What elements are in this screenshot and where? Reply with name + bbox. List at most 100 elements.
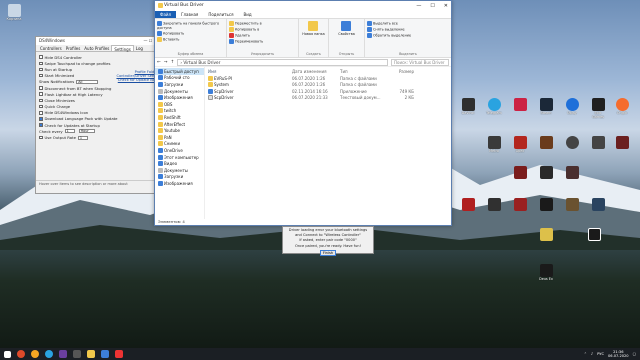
desktop-icon[interactable] [510,198,530,211]
nav-item[interactable]: Видео [155,160,204,167]
select-all-button[interactable]: Выделить все [367,21,449,26]
volume-icon[interactable]: ♪ [591,352,593,356]
nav-item[interactable]: Загрузки [155,174,204,181]
notifications-select[interactable]: All [76,79,99,84]
tab-auto-profiles[interactable]: Auto Profiles [82,45,111,51]
language-indicator[interactable]: РУС [597,352,604,356]
delete-button[interactable]: Удалить [229,33,296,38]
maximize-icon[interactable]: ☐ [430,3,434,9]
nav-item[interactable]: OBS [155,101,204,108]
checkbox[interactable] [39,111,43,115]
checkbox[interactable] [39,98,43,103]
checkbox[interactable] [39,123,43,127]
ribbon-tab-file[interactable]: Файл [155,10,177,18]
explorer-icon[interactable] [87,350,95,358]
checkbox[interactable] [39,104,43,109]
ribbon-tab-home[interactable]: Главная [176,11,203,18]
desktop-icon[interactable] [510,98,530,111]
ribbon-tab-view[interactable]: Вид [238,11,256,18]
desktop-icon-recycle-bin[interactable]: Корзина [4,4,24,22]
notification-icon[interactable]: ▢ [633,352,636,356]
desktop-icon[interactable] [562,166,582,179]
column-date[interactable]: Дата изменения [292,69,340,74]
tab-controllers[interactable]: Controllers [38,45,64,51]
clock[interactable]: 21:36 06.07.2020 [608,350,629,358]
desktop-icon[interactable]: Apex [510,136,530,154]
properties-icon[interactable] [341,21,351,31]
move-to-button[interactable]: Переместить в [229,21,296,26]
desktop-icon[interactable] [510,166,530,179]
file-row[interactable]: ScpDriver 06.07.2020 21:33 Текстовый док… [208,95,451,102]
desktop-icon[interactable] [484,198,504,211]
app-icon[interactable] [101,350,109,358]
tab-log[interactable]: Log [134,45,145,51]
checkbox[interactable] [39,92,43,96]
nav-item[interactable]: Документы [155,88,204,95]
desktop-icon[interactable]: Uplay [562,98,582,116]
nav-item[interactable]: Загрузки [155,81,204,88]
nav-item[interactable]: Документы [155,167,204,174]
desktop-icon[interactable]: Steam [536,98,556,116]
properties-button[interactable]: Свойства [338,32,355,36]
check-every-input[interactable]: 1 [64,129,75,134]
desktop-icon[interactable]: Metro [484,136,504,154]
nav-item[interactable]: AfterEffect [155,121,204,128]
desktop-icon[interactable]: DaVinci [458,98,478,116]
nav-item[interactable]: twitch [155,108,204,115]
desktop-icon[interactable]: Origin [612,98,632,116]
checkbox[interactable] [39,117,43,121]
start-icon[interactable] [4,350,11,358]
desktop-icon[interactable]: Epic Games [588,98,608,120]
ribbon-tab-share[interactable]: Поделиться [203,11,238,18]
nav-item[interactable]: Изображения [155,180,204,187]
new-folder-icon[interactable] [308,21,318,31]
column-name[interactable]: Имя [208,69,292,74]
nav-item[interactable]: PaN [155,134,204,141]
checkbox[interactable] [39,55,43,59]
checkbox[interactable] [39,73,43,78]
checkbox[interactable] [39,86,43,90]
desktop-icon[interactable] [612,136,632,149]
nav-item[interactable]: Изображения [155,94,204,101]
telegram-icon[interactable] [45,350,53,358]
desktop-icon[interactable]: Deus Ex [536,264,556,282]
nav-item[interactable]: Снимки [155,141,204,148]
desktop-icon[interactable] [536,198,556,211]
desktop-icon[interactable] [458,198,478,211]
tab-profiles[interactable]: Profiles [64,45,83,51]
tab-settings[interactable]: Settings [111,45,134,52]
checkbox[interactable] [39,67,43,72]
desktop-icon[interactable] [536,228,556,241]
desktop-icon[interactable] [588,136,608,149]
close-icon[interactable]: ✕ [444,3,448,9]
chrome-icon[interactable] [17,350,25,358]
poll-input[interactable]: 1 [77,135,88,140]
nav-item[interactable]: RedShift [155,114,204,121]
column-size[interactable]: Размер [384,69,414,74]
nav-item[interactable]: Youtube [155,127,204,134]
back-icon[interactable]: ← [157,60,161,65]
check-update-link[interactable]: Check for Update Now [116,78,158,82]
column-type[interactable]: Тип [340,69,384,74]
finish-button[interactable]: Finish [320,249,336,256]
desktop-icon[interactable] [584,228,604,241]
nav-item-this-pc[interactable]: Этот компьютер [155,154,204,161]
rename-button[interactable]: Переименовать [229,39,296,44]
invert-selection-button[interactable]: Обратить выделение [367,33,449,38]
nav-item[interactable]: Рабочий сто [155,75,204,82]
new-folder-button[interactable]: Новая папка [302,32,324,36]
select-none-button[interactable]: Снять выделение [367,27,449,32]
nav-item-onedrive[interactable]: OneDrive [155,147,204,154]
desktop-icon[interactable] [588,198,608,211]
search-input[interactable]: Поиск: Virtual Bus Driver [391,58,449,66]
app-icon[interactable] [115,350,123,358]
checkbox[interactable] [39,61,43,66]
nav-item-quick-access[interactable]: Быстрый доступ [155,68,204,75]
minimize-icon[interactable]: — [416,3,421,9]
address-bar[interactable]: › Virtual Bus Driver [177,58,388,66]
obs-icon[interactable] [73,350,81,358]
pin-button[interactable]: Закрепить на панели быстрого доступа [157,21,224,30]
twitch-icon[interactable] [59,350,67,358]
desktop-icon[interactable] [536,136,556,149]
copy-to-button[interactable]: Копировать в [229,27,296,32]
